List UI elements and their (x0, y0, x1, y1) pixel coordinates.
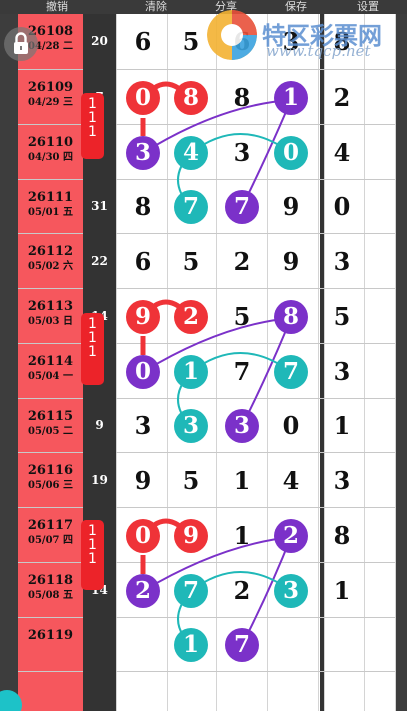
purple-ball[interactable]: 2 (274, 518, 308, 553)
purple-ball[interactable]: 7 (225, 628, 259, 662)
purple-ball[interactable]: 7 (225, 190, 259, 224)
streak-tag: 1 1 1 (81, 313, 104, 385)
red-ball[interactable]: 9 (174, 518, 208, 553)
purple-ball[interactable]: 1 (274, 80, 308, 115)
purple-ball[interactable]: 3 (225, 409, 259, 443)
purple-ball[interactable]: 3 (126, 135, 160, 170)
teal-ball[interactable]: 1 (174, 628, 208, 662)
red-ball[interactable]: 0 (126, 518, 160, 553)
trend-chart-app: 撤销 清除 分享 保存 设置 2610804/28 二2065638261090… (0, 0, 407, 711)
lock-icon[interactable] (4, 27, 38, 61)
site-logo (207, 10, 257, 60)
teal-ball[interactable]: 4 (174, 135, 208, 170)
teal-ball[interactable]: 1 (174, 354, 208, 389)
teal-ball[interactable]: 3 (274, 573, 308, 608)
streak-tag: 1 1 1 (81, 93, 104, 159)
teal-ball[interactable]: 0 (274, 135, 308, 170)
teal-ball[interactable]: 7 (174, 573, 208, 608)
teal-ball[interactable]: 3 (174, 409, 208, 443)
red-ball[interactable]: 8 (174, 80, 208, 115)
purple-ball[interactable]: 8 (274, 299, 308, 334)
red-ball[interactable]: 2 (174, 299, 208, 334)
teal-ball[interactable]: 7 (174, 190, 208, 224)
purple-ball[interactable]: 2 (126, 573, 160, 608)
red-ball[interactable]: 9 (126, 299, 160, 334)
teal-ball[interactable]: 7 (274, 354, 308, 389)
red-ball[interactable]: 0 (126, 80, 160, 115)
watermark-url: www.tqcp.net (266, 42, 371, 60)
purple-ball[interactable]: 0 (126, 354, 160, 389)
streak-tag: 1 1 1 (81, 520, 104, 590)
